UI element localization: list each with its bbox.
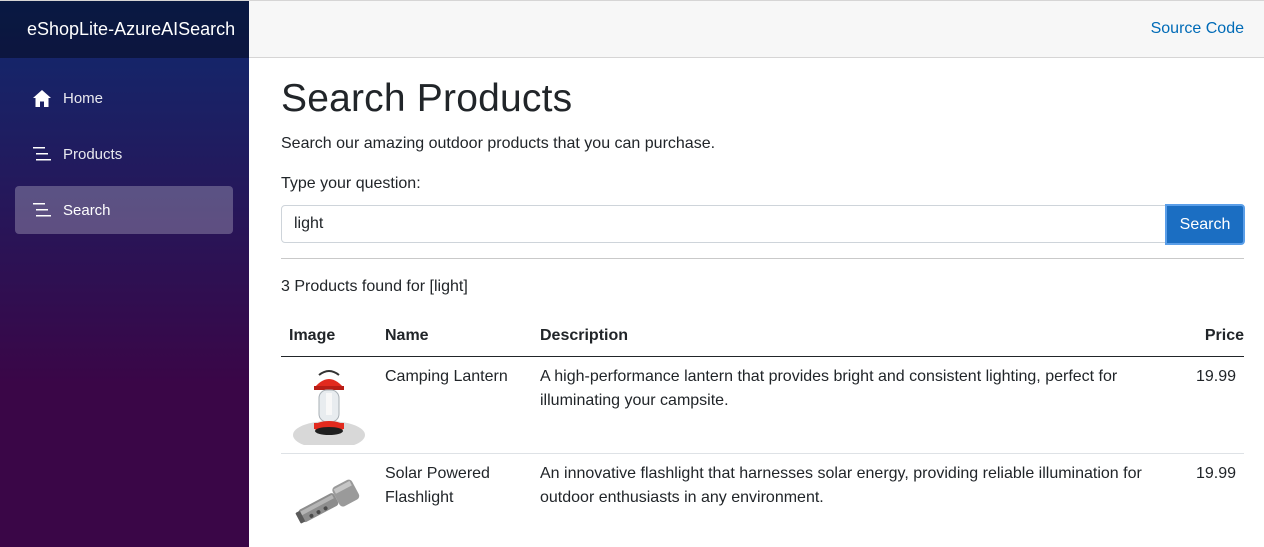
product-price: 19.99 xyxy=(1176,453,1244,547)
table-row: Solar Powered Flashlight An innovative f… xyxy=(281,453,1244,547)
product-price: 19.99 xyxy=(1176,356,1244,454)
sidebar-item-label: Products xyxy=(63,145,123,163)
search-button[interactable]: Search xyxy=(1165,204,1245,245)
solar-flashlight-image xyxy=(295,479,360,524)
column-header-image: Image xyxy=(281,316,377,357)
sidebar-nav: Home Products Search xyxy=(0,58,249,234)
brand-bar: eShopLite-AzureAISearch xyxy=(0,1,249,58)
top-bar: Source Code xyxy=(249,1,1264,58)
search-input[interactable] xyxy=(281,205,1166,243)
home-icon xyxy=(32,88,52,108)
column-header-description: Description xyxy=(532,316,1176,357)
sidebar-item-search[interactable]: Search xyxy=(15,186,233,234)
sidebar-item-label: Search xyxy=(63,201,111,219)
table-header-row: Image Name Description Price xyxy=(281,316,1244,357)
question-label: Type your question: xyxy=(281,175,421,192)
product-description: A high-performance lantern that provides… xyxy=(532,356,1176,454)
sidebar: eShopLite-AzureAISearch Home Products Se… xyxy=(0,1,249,547)
sidebar-item-home[interactable]: Home xyxy=(15,74,233,122)
list-icon xyxy=(32,144,52,164)
results-count: 3 Products found for [light] xyxy=(281,278,468,295)
source-code-link[interactable]: Source Code xyxy=(1151,20,1244,38)
sidebar-item-products[interactable]: Products xyxy=(15,130,233,178)
table-row: Camping Lantern A high-performance lante… xyxy=(281,356,1244,454)
product-image-cell xyxy=(281,356,377,454)
page-title: Search Products xyxy=(281,77,573,120)
product-image-cell xyxy=(281,453,377,547)
list-icon xyxy=(32,200,52,220)
camping-lantern-image xyxy=(293,370,365,445)
app-window: eShopLite-AzureAISearch Home Products Se… xyxy=(0,0,1264,547)
column-header-price: Price xyxy=(1176,316,1244,357)
product-name: Camping Lantern xyxy=(377,356,532,454)
product-name: Solar Powered Flashlight xyxy=(377,453,532,547)
results-table: Image Name Description Price Camping Lan… xyxy=(281,316,1244,547)
brand-title[interactable]: eShopLite-AzureAISearch xyxy=(27,19,235,40)
page-subtitle: Search our amazing outdoor products that… xyxy=(281,135,716,152)
column-header-name: Name xyxy=(377,316,532,357)
sidebar-item-label: Home xyxy=(63,89,104,107)
divider xyxy=(281,258,1244,259)
search-row: Search xyxy=(281,204,1245,245)
product-description: An innovative flashlight that harnesses … xyxy=(532,453,1176,547)
